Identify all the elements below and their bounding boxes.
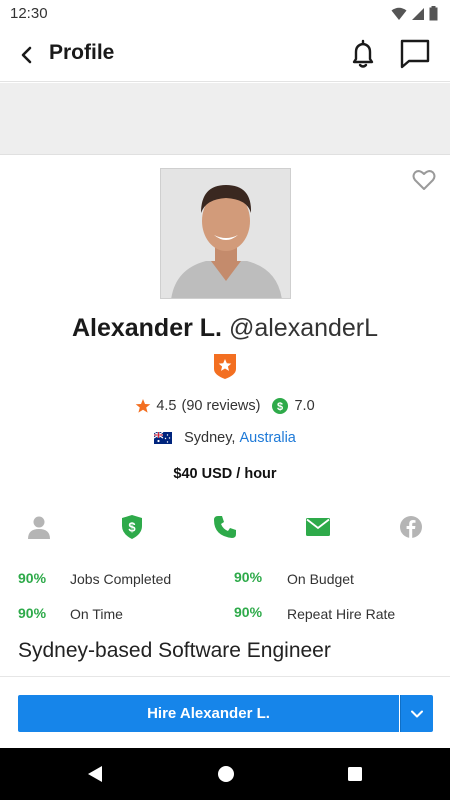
chevron-down-icon bbox=[411, 710, 423, 717]
location-city: Sydney, bbox=[184, 430, 236, 446]
status-bar: 12:30 bbox=[0, 0, 450, 28]
identity-verification bbox=[25, 513, 53, 541]
user-verified-icon bbox=[28, 516, 50, 539]
signal-icon bbox=[412, 7, 424, 20]
svg-text:$: $ bbox=[277, 401, 283, 413]
hire-bar: Hire Alexander L. bbox=[0, 676, 450, 748]
location-row: Sydney, Australia bbox=[0, 430, 450, 446]
cover-banner bbox=[0, 83, 450, 155]
facebook-icon bbox=[400, 516, 422, 538]
system-nav-bar bbox=[0, 748, 450, 800]
stat-jobs-completed-label: Jobs Completed bbox=[70, 571, 172, 587]
hire-options-dropdown[interactable] bbox=[400, 695, 433, 732]
notifications-button[interactable] bbox=[347, 38, 379, 70]
nav-back-icon bbox=[88, 766, 102, 782]
app-bar: Profile bbox=[0, 28, 450, 82]
profile-name-row: Alexander L. @alexanderL bbox=[0, 314, 450, 343]
email-verification bbox=[304, 513, 332, 541]
bell-icon bbox=[352, 39, 374, 68]
hourly-rate: $40 USD / hour bbox=[173, 466, 277, 482]
payment-verified-icon: $ bbox=[122, 515, 142, 539]
avatar bbox=[160, 168, 291, 299]
nav-home-button[interactable] bbox=[216, 764, 236, 784]
phone-verification bbox=[211, 513, 239, 541]
status-time: 12:30 bbox=[10, 5, 48, 22]
back-arrow-icon bbox=[21, 46, 32, 64]
star-icon bbox=[136, 399, 151, 413]
back-button[interactable] bbox=[14, 42, 40, 68]
hire-button[interactable]: Hire Alexander L. bbox=[18, 695, 399, 732]
status-icons bbox=[391, 6, 438, 21]
location-country-link[interactable]: Australia bbox=[239, 430, 295, 446]
chat-icon bbox=[400, 39, 430, 69]
profile-handle: @alexanderL bbox=[228, 314, 379, 342]
stat-on-budget-label: On Budget bbox=[287, 571, 354, 587]
stat-on-time-pct: 90% bbox=[18, 605, 47, 621]
profile-name: Alexander L. bbox=[71, 314, 222, 342]
preferred-badge bbox=[212, 352, 238, 380]
rating-value: 4.5 bbox=[156, 398, 177, 414]
stats-grid: 90% Jobs Completed 90% On Budget 90% On … bbox=[0, 566, 450, 626]
rating-row: 4.5 (90 reviews) $ 7.0 bbox=[0, 398, 450, 414]
earnings-score: 7.0 bbox=[294, 398, 315, 414]
phone-verified-icon bbox=[214, 516, 236, 538]
avatar-photo bbox=[161, 169, 290, 298]
stat-repeat-hire-pct: 90% bbox=[234, 604, 263, 620]
messages-button[interactable] bbox=[398, 37, 432, 71]
svg-text:$: $ bbox=[128, 520, 136, 535]
nav-recents-button[interactable] bbox=[345, 764, 365, 784]
facebook-verification bbox=[397, 513, 425, 541]
profile-tagline: Sydney-based Software Engineer bbox=[18, 639, 331, 662]
email-verified-icon bbox=[306, 518, 330, 536]
wifi-icon bbox=[391, 7, 407, 20]
dollar-circle-icon: $ bbox=[272, 398, 289, 414]
nav-home-icon bbox=[218, 766, 234, 782]
australia-flag-icon bbox=[154, 432, 173, 444]
heart-icon bbox=[412, 170, 436, 190]
payment-verification: $ bbox=[118, 513, 146, 541]
nav-back-button[interactable] bbox=[85, 764, 105, 784]
nav-recents-icon bbox=[348, 767, 362, 781]
verification-row: $ bbox=[0, 513, 450, 541]
battery-icon bbox=[429, 6, 438, 21]
stat-on-budget-pct: 90% bbox=[234, 569, 263, 585]
favorite-button[interactable] bbox=[411, 167, 437, 193]
stat-on-time-label: On Time bbox=[70, 606, 123, 622]
review-count: (90 reviews) bbox=[181, 398, 261, 414]
preferred-freelancer-badge-icon bbox=[214, 354, 236, 379]
stat-jobs-completed-pct: 90% bbox=[18, 570, 47, 586]
page-title: Profile bbox=[49, 41, 115, 64]
stat-repeat-hire-label: Repeat Hire Rate bbox=[287, 606, 396, 622]
